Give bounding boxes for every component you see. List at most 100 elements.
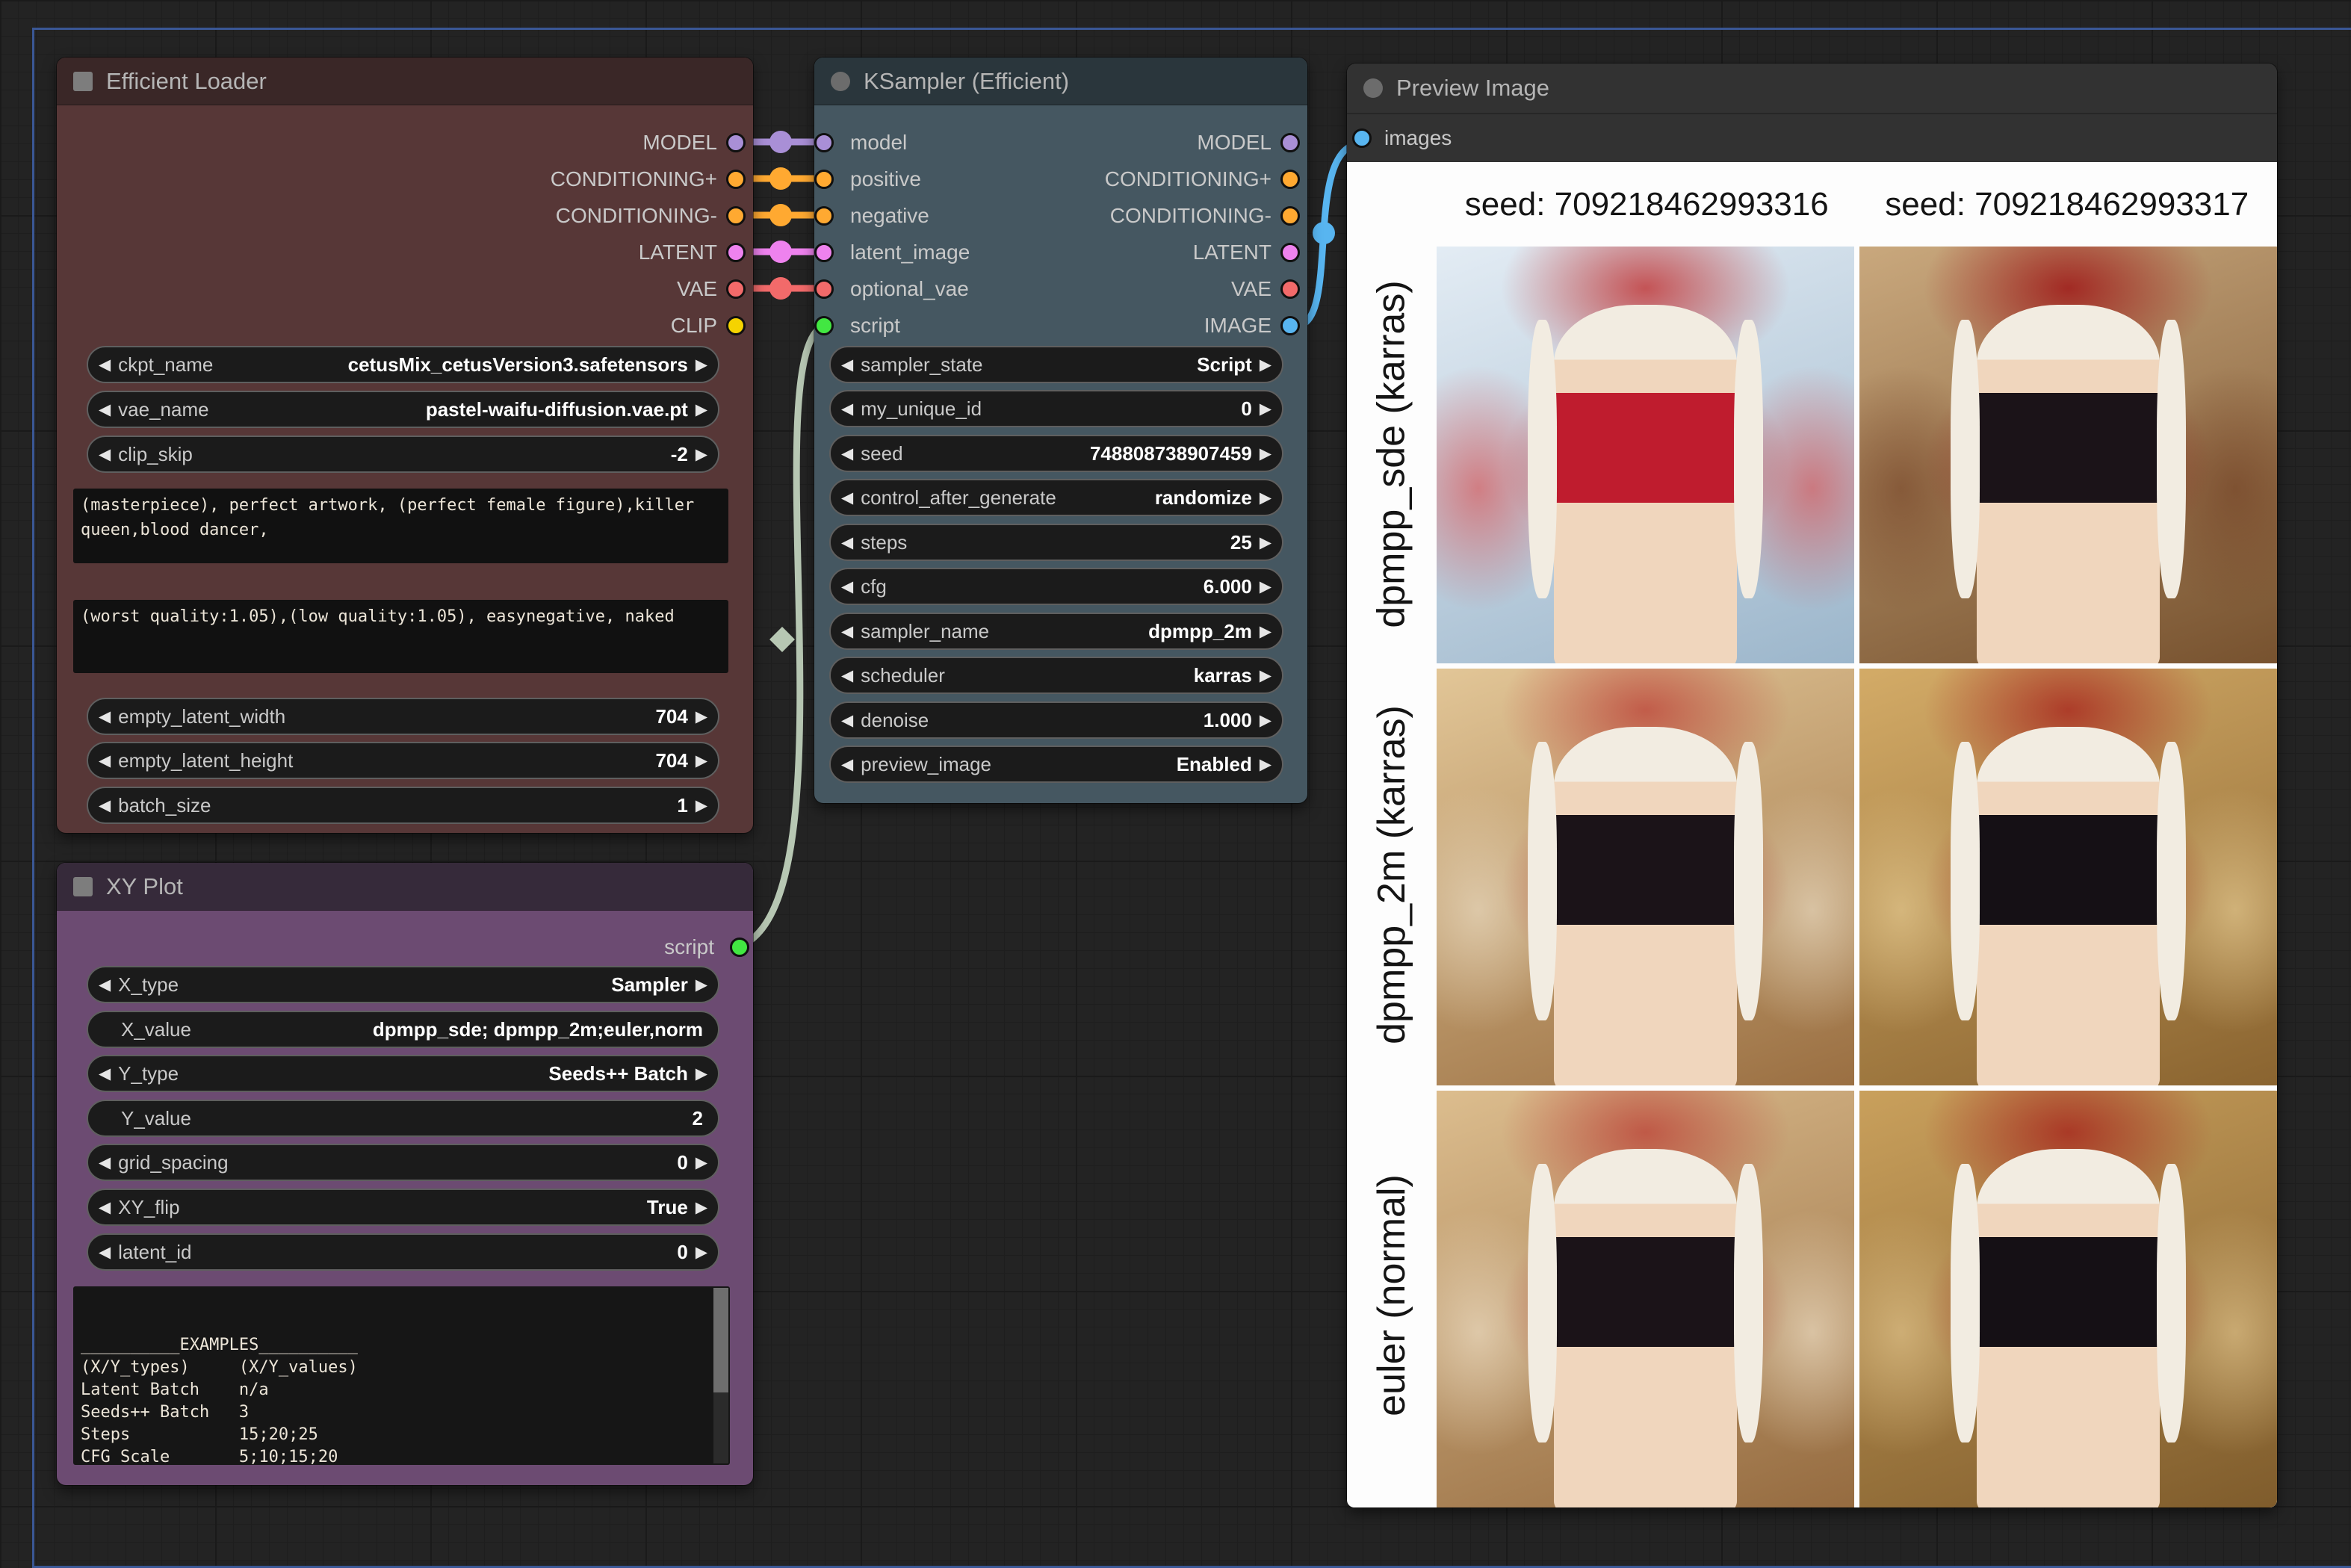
arrow-right-icon[interactable]: ▶ (1260, 401, 1271, 417)
arrow-left-icon[interactable]: ◀ (841, 490, 853, 506)
port-dot[interactable] (730, 938, 749, 957)
node-preview-image[interactable]: Preview Image images seed: 7092184629933… (1347, 63, 2277, 1507)
arrow-right-icon[interactable]: ▶ (1260, 624, 1271, 639)
node-xy-plot[interactable]: XY Plot script ◀X_typeSampler▶ X_valuedp… (57, 863, 753, 1485)
output-port-conditioning-minus[interactable]: CONDITIONING- (814, 205, 1307, 227)
widget-empty-latent-width[interactable]: ◀ empty_latent_width 704 ▶ (87, 698, 719, 735)
preview-image-cell[interactable] (1859, 247, 2277, 663)
widget-seed[interactable]: ◀seed748808738907459▶ (829, 435, 1283, 472)
output-port-clip[interactable]: CLIP (57, 314, 753, 337)
output-port-model[interactable]: MODEL (814, 131, 1307, 154)
preview-image-cell[interactable] (1859, 1091, 2277, 1507)
scrollbar-thumb[interactable] (713, 1288, 728, 1392)
preview-image-cell[interactable] (1859, 669, 2277, 1085)
arrow-left-icon[interactable]: ◀ (99, 402, 111, 418)
node-titlebar[interactable]: XY Plot (57, 863, 753, 911)
arrow-right-icon[interactable]: ▶ (696, 709, 707, 725)
positive-prompt-textarea[interactable]: (masterpiece), perfect artwork, (perfect… (73, 489, 728, 563)
arrow-right-icon[interactable]: ▶ (696, 357, 707, 373)
input-port-images[interactable]: images (1347, 114, 2277, 162)
arrow-left-icon[interactable]: ◀ (99, 1066, 111, 1082)
port-dot[interactable] (726, 316, 746, 335)
examples-textarea[interactable]: __________EXAMPLES__________ (X/Y_types)… (73, 1286, 730, 1465)
node-titlebar[interactable]: KSampler (Efficient) (814, 58, 1307, 105)
port-dot[interactable] (1280, 243, 1300, 262)
port-dot[interactable] (726, 279, 746, 299)
arrow-left-icon[interactable]: ◀ (99, 1245, 111, 1260)
output-port-latent[interactable]: LATENT (57, 241, 753, 264)
arrow-left-icon[interactable]: ◀ (99, 447, 111, 462)
output-port-vae[interactable]: VAE (57, 278, 753, 300)
port-dot[interactable] (1280, 316, 1300, 335)
output-port-vae[interactable]: VAE (814, 278, 1307, 300)
port-dot[interactable] (1280, 170, 1300, 189)
widget-grid-spacing[interactable]: ◀grid_spacing0▶ (87, 1144, 719, 1181)
arrow-left-icon[interactable]: ◀ (841, 757, 853, 772)
widget-empty-latent-height[interactable]: ◀ empty_latent_height 704 ▶ (87, 742, 719, 779)
arrow-right-icon[interactable]: ▶ (1260, 446, 1271, 462)
port-dot[interactable] (726, 170, 746, 189)
widget-scheduler[interactable]: ◀schedulerkarras▶ (829, 657, 1283, 694)
preview-image-canvas[interactable]: seed: 709218462993316 seed: 709218462993… (1347, 162, 2277, 1507)
preview-image-cell[interactable] (1437, 1091, 1854, 1507)
node-titlebar[interactable]: Efficient Loader (57, 58, 753, 105)
port-dot[interactable] (726, 206, 746, 226)
widget-xy-flip[interactable]: ◀XY_flipTrue▶ (87, 1189, 719, 1226)
port-dot[interactable] (1280, 279, 1300, 299)
widget-control-after-generate[interactable]: ◀control_after_generaterandomize▶ (829, 479, 1283, 516)
widget-vae-name[interactable]: ◀ vae_name pastel-waifu-diffusion.vae.pt… (87, 391, 719, 428)
widget-cfg[interactable]: ◀cfg6.000▶ (829, 568, 1283, 605)
node-ksampler-efficient[interactable]: KSampler (Efficient) model positive nega… (814, 58, 1307, 803)
arrow-left-icon[interactable]: ◀ (99, 709, 111, 725)
arrow-right-icon[interactable]: ▶ (696, 798, 707, 814)
arrow-left-icon[interactable]: ◀ (99, 1155, 111, 1171)
widget-y-type[interactable]: ◀Y_typeSeeds++ Batch▶ (87, 1055, 719, 1092)
widget-steps[interactable]: ◀steps25▶ (829, 524, 1283, 561)
arrow-right-icon[interactable]: ▶ (1260, 668, 1271, 684)
arrow-right-icon[interactable]: ▶ (696, 402, 707, 418)
arrow-right-icon[interactable]: ▶ (696, 1066, 707, 1082)
output-port-image[interactable]: IMAGE (814, 314, 1307, 337)
arrow-right-icon[interactable]: ▶ (1260, 535, 1271, 551)
arrow-right-icon[interactable]: ▶ (696, 1155, 707, 1171)
negative-prompt-textarea[interactable]: (worst quality:1.05),(low quality:1.05),… (73, 600, 728, 673)
widget-y-value[interactable]: Y_value2 (87, 1100, 719, 1137)
arrow-left-icon[interactable]: ◀ (99, 798, 111, 814)
output-port-conditioning-plus[interactable]: CONDITIONING+ (814, 168, 1307, 190)
arrow-left-icon[interactable]: ◀ (841, 357, 853, 373)
arrow-right-icon[interactable]: ▶ (1260, 757, 1271, 772)
node-titlebar[interactable]: Preview Image (1347, 63, 2277, 114)
port-dot[interactable] (1280, 133, 1300, 152)
arrow-right-icon[interactable]: ▶ (696, 1200, 707, 1215)
arrow-left-icon[interactable]: ◀ (841, 535, 853, 551)
widget-sampler-state[interactable]: ◀sampler_stateScript▶ (829, 346, 1283, 383)
port-dot[interactable] (1280, 206, 1300, 226)
output-port-conditioning-minus[interactable]: CONDITIONING- (57, 205, 753, 227)
arrow-left-icon[interactable]: ◀ (841, 668, 853, 684)
arrow-right-icon[interactable]: ▶ (696, 1245, 707, 1260)
arrow-right-icon[interactable]: ▶ (696, 753, 707, 769)
widget-x-value[interactable]: X_valuedpmpp_sde; dpmpp_2m;euler,norm (87, 1011, 719, 1048)
arrow-left-icon[interactable]: ◀ (99, 753, 111, 769)
preview-image-cell[interactable] (1437, 247, 1854, 663)
widget-my-unique-id[interactable]: ◀my_unique_id0▶ (829, 390, 1283, 427)
arrow-left-icon[interactable]: ◀ (841, 401, 853, 417)
arrow-right-icon[interactable]: ▶ (696, 447, 707, 462)
widget-preview-image[interactable]: ◀preview_imageEnabled▶ (829, 746, 1283, 783)
port-dot[interactable] (1352, 128, 1372, 148)
widget-sampler-name[interactable]: ◀sampler_namedpmpp_2m▶ (829, 613, 1283, 650)
output-port-script[interactable]: script (57, 936, 753, 958)
arrow-left-icon[interactable]: ◀ (841, 624, 853, 639)
scrollbar[interactable] (713, 1288, 728, 1463)
arrow-left-icon[interactable]: ◀ (99, 977, 111, 993)
node-efficient-loader[interactable]: Efficient Loader MODEL CONDITIONING+ CON… (57, 58, 753, 833)
arrow-left-icon[interactable]: ◀ (99, 357, 111, 373)
arrow-right-icon[interactable]: ▶ (1260, 579, 1271, 595)
arrow-left-icon[interactable]: ◀ (841, 446, 853, 462)
arrow-right-icon[interactable]: ▶ (696, 977, 707, 993)
output-port-latent[interactable]: LATENT (814, 241, 1307, 264)
widget-denoise[interactable]: ◀denoise1.000▶ (829, 701, 1283, 739)
widget-batch-size[interactable]: ◀ batch_size 1 ▶ (87, 787, 719, 824)
collapse-circle-icon[interactable] (831, 72, 850, 91)
collapse-square-icon[interactable] (73, 877, 93, 896)
